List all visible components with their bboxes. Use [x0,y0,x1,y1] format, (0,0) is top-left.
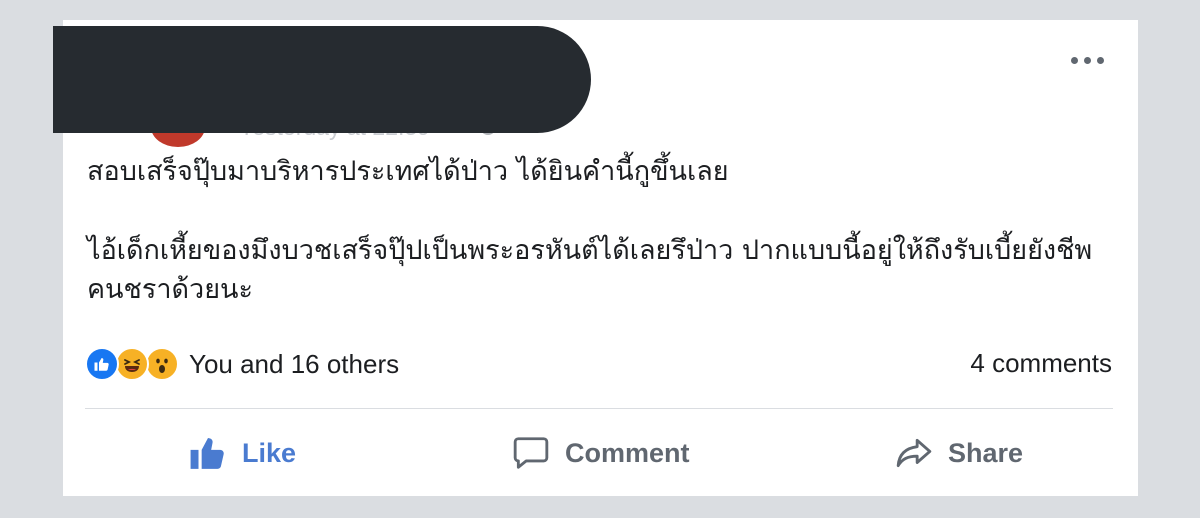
like-reaction-icon [85,347,119,381]
like-label: Like [242,437,297,468]
share-button[interactable]: Share [894,428,1023,478]
action-bar: Like Comment Share [63,428,1138,478]
share-arrow-icon [896,438,932,468]
more-options-icon[interactable] [1067,50,1107,70]
comment-bubble-icon [513,437,549,469]
wow-reaction-icon [145,347,179,381]
divider [85,408,1113,409]
post-paragraph: ไอ้เด็กเหี้ยของมึงบวชเสร็จปุ๊ปเป็นพระอรห… [87,235,1093,305]
comment-label: Comment [565,437,690,468]
share-label: Share [948,437,1024,468]
reactions-summary-text: You and 16 others [189,348,400,379]
comment-button[interactable]: Comment [511,428,690,478]
post-paragraph: สอบเสร็จปุ๊บมาบริหารประเทศได้ป่าว ได้ยิน… [87,156,729,187]
reactions-summary[interactable]: You and 16 others [85,346,399,382]
haha-reaction-icon [115,347,149,381]
post-text: สอบเสร็จปุ๊บมาบริหารประเทศได้ป่าว ได้ยิน… [87,152,1107,309]
post-card: Yesterday at 22:39 สอบเสร็จปุ๊บมาบริหารป… [53,20,1138,496]
comments-count-link[interactable]: 4 comments [970,348,1112,379]
like-button[interactable]: Like [188,428,296,478]
thumbs-up-icon [190,437,224,469]
redaction-overlay [53,26,591,133]
